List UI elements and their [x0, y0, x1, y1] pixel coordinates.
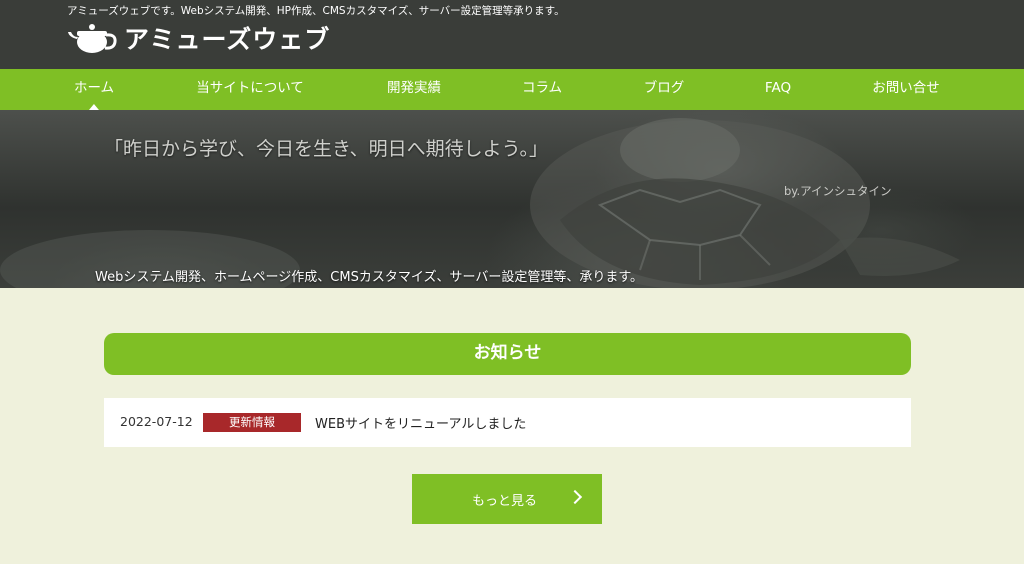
- nav-item-works[interactable]: 開発実績: [387, 69, 441, 110]
- nav-item-label: 開発実績: [387, 80, 441, 96]
- news-heading: お知らせ: [104, 333, 911, 375]
- site-header: アミューズウェブです。Webシステム開発、HP作成、CMSカスタマイズ、サーバー…: [0, 0, 1024, 69]
- global-nav: ホーム 当サイトについて 開発実績 コラム ブログ FAQ お問い合せ: [0, 69, 1024, 110]
- logo-text: アミューズウェブ: [124, 25, 331, 54]
- news-category-badge: 更新情報: [203, 413, 301, 432]
- nav-item-faq[interactable]: FAQ: [765, 69, 791, 110]
- hero-quote: 「昨日から学び、今日を生き、明日へ期待しよう。」: [104, 138, 549, 160]
- site-logo[interactable]: アミューズウェブ: [68, 20, 330, 56]
- hero-caption: Webシステム開発、ホームページ作成、CMSカスタマイズ、サーバー設定管理等、承…: [95, 270, 644, 285]
- news-title-link[interactable]: WEBサイトをリニューアルしました: [315, 413, 526, 432]
- hero-quote-author: by.アインシュタイン: [784, 184, 892, 198]
- teapot-icon: [68, 24, 117, 53]
- nav-item-home[interactable]: ホーム: [74, 69, 114, 110]
- chevron-right-icon: [567, 489, 583, 505]
- hero-banner: 「昨日から学び、今日を生き、明日へ期待しよう。」 by.アインシュタイン Web…: [0, 110, 1024, 288]
- news-date: 2022-07-12: [120, 414, 193, 429]
- nav-item-contact[interactable]: お問い合せ: [872, 69, 940, 110]
- site-tagline: アミューズウェブです。Webシステム開発、HP作成、CMSカスタマイズ、サーバー…: [67, 5, 565, 17]
- nav-item-about[interactable]: 当サイトについて: [196, 69, 304, 110]
- news-list-item[interactable]: 2022-07-12 更新情報 WEBサイトをリニューアルしました: [104, 398, 911, 447]
- nav-item-column[interactable]: コラム: [522, 69, 562, 110]
- nav-item-label: FAQ: [764, 80, 792, 96]
- see-more-button[interactable]: もっと見る: [412, 474, 602, 524]
- nav-item-label: 当サイトについて: [196, 80, 304, 96]
- see-more-label: もっと見る: [472, 494, 538, 509]
- nav-item-label: ホーム: [73, 80, 115, 96]
- nav-item-label: ブログ: [643, 80, 685, 96]
- nav-item-blog[interactable]: ブログ: [644, 69, 685, 110]
- nav-item-label: お問い合せ: [872, 80, 940, 96]
- nav-item-label: コラム: [521, 80, 563, 96]
